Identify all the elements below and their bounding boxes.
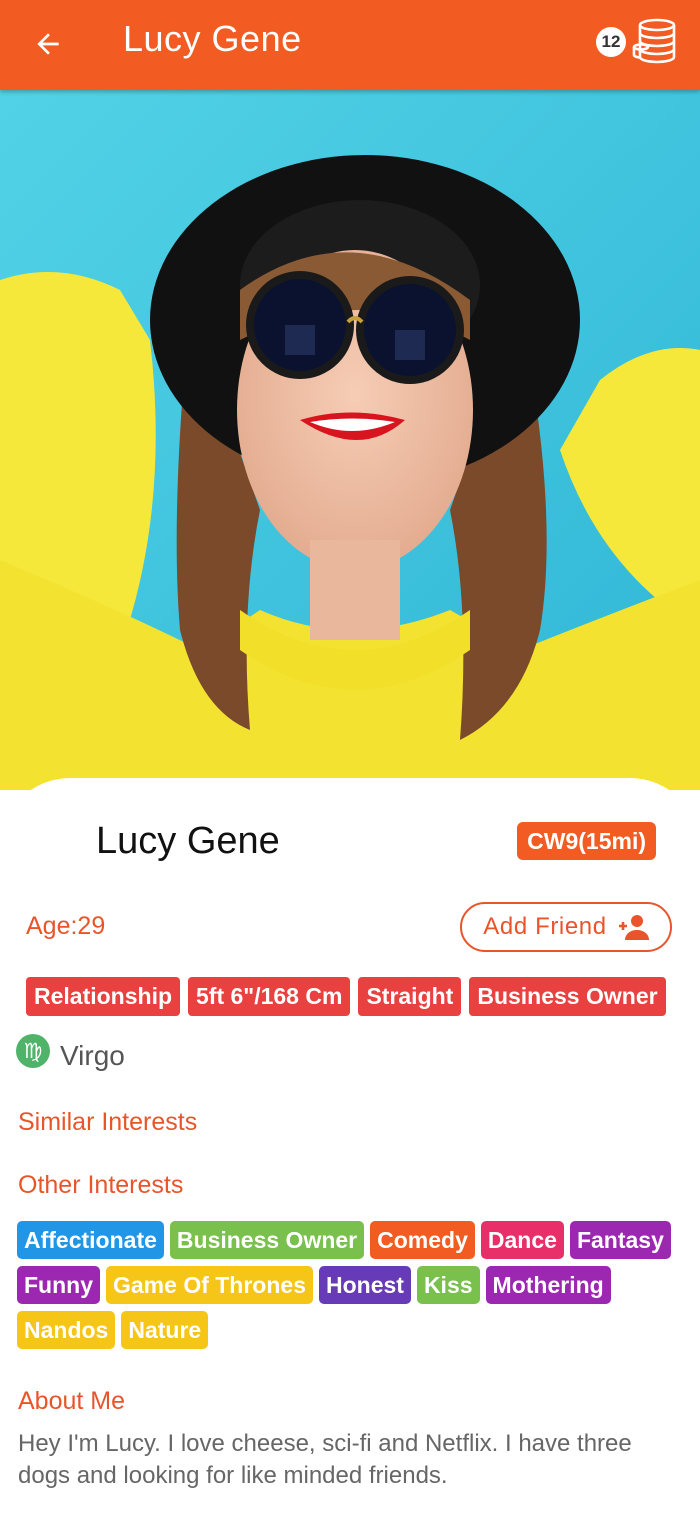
add-person-icon	[618, 915, 649, 940]
interest-chip: Affectionate	[17, 1221, 164, 1259]
interest-chip: Honest	[318, 1266, 411, 1304]
interest-chip: Mothering	[485, 1266, 611, 1304]
interest-chip: Game Of Thrones	[106, 1266, 313, 1304]
virgo-icon: ♍	[16, 1034, 50, 1068]
distance-badge: CW9(15mi)	[517, 822, 656, 860]
profile-photo[interactable]	[0, 90, 700, 790]
profile-card: Lucy Gene CW9(15mi) Age:29 Add Friend Re…	[0, 778, 700, 1516]
coins-button[interactable]: 12	[596, 16, 678, 68]
add-friend-button[interactable]: Add Friend	[460, 902, 672, 952]
about-me-heading: About Me	[18, 1387, 126, 1415]
zodiac-label: Virgo	[60, 1040, 125, 1071]
interest-chip: Funny	[17, 1266, 100, 1304]
interests-list: Affectionate Business Owner Comedy Dance Fan…	[17, 1221, 687, 1349]
interest-chip: Dance	[480, 1221, 564, 1259]
zodiac-sign: ♍ Virgo	[16, 1030, 125, 1072]
coin-stack-icon	[632, 18, 676, 64]
tag-orientation: Straight	[358, 977, 462, 1016]
tag-occupation: Business Owner	[469, 977, 666, 1016]
profile-tags: Relationship 5ft 6"/168 Cm Straight Busi…	[26, 977, 666, 1016]
interest-chip: Nature	[121, 1311, 209, 1349]
add-friend-label: Add Friend	[483, 913, 607, 940]
interest-chip: Comedy	[370, 1221, 475, 1259]
profile-photo-illustration	[0, 90, 700, 790]
interest-chip: Kiss	[416, 1266, 480, 1304]
page-title: Lucy Gene	[123, 18, 302, 59]
interest-chip: Business Owner	[169, 1221, 365, 1259]
interest-chip: Fantasy	[569, 1221, 671, 1259]
other-interests-heading: Other Interests	[18, 1171, 184, 1199]
similar-interests-heading: Similar Interests	[18, 1108, 198, 1136]
tag-height: 5ft 6"/168 Cm	[188, 977, 351, 1016]
about-me-text: Hey I'm Lucy. I love cheese, sci-fi and …	[18, 1430, 632, 1489]
profile-name: Lucy Gene	[96, 820, 280, 862]
arrow-left-icon	[37, 33, 59, 55]
app-bar: Lucy Gene 12	[0, 0, 700, 90]
back-button[interactable]	[24, 20, 72, 68]
coins-count-badge: 12	[596, 27, 626, 57]
age-label: Age:29	[26, 912, 106, 940]
interest-chip: Nandos	[17, 1311, 116, 1349]
tag-relationship: Relationship	[26, 977, 181, 1016]
